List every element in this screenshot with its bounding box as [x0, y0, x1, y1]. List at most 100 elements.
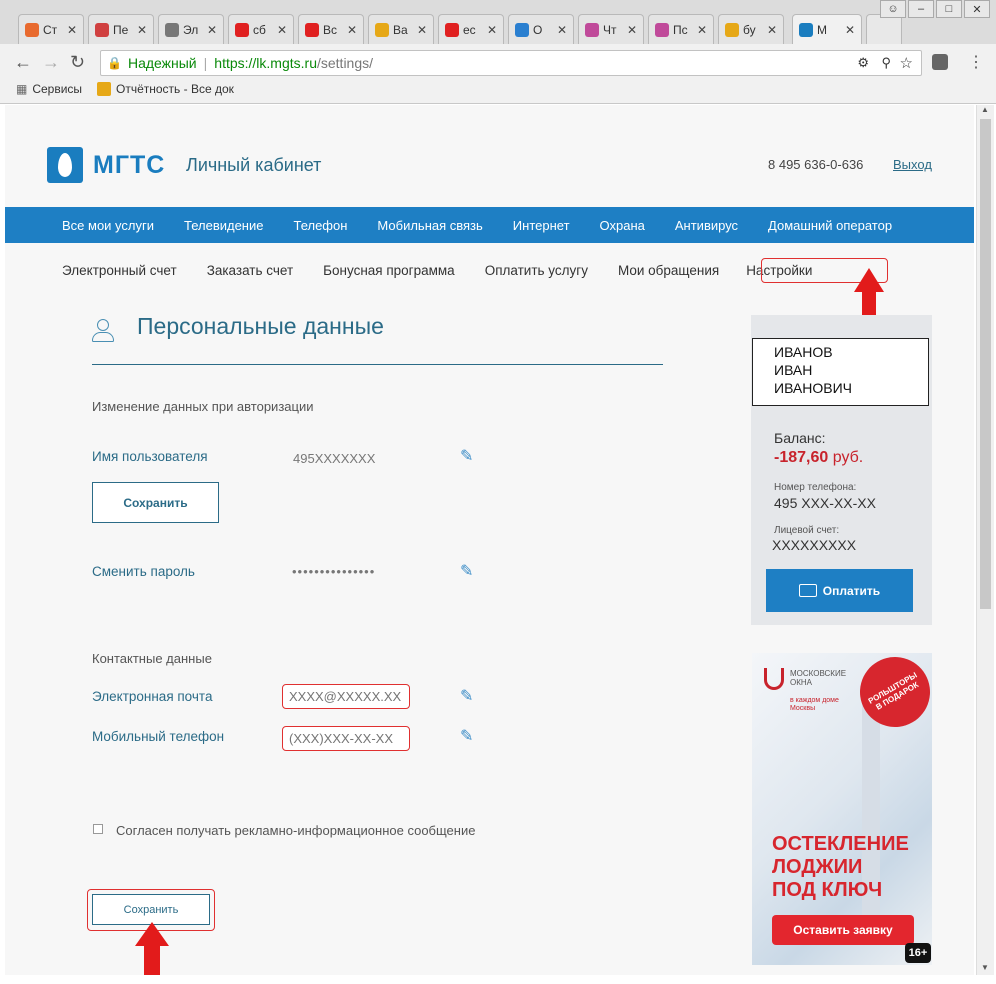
star-icon[interactable]: ☆	[900, 54, 913, 72]
tab-close-icon[interactable]: ✕	[137, 23, 147, 37]
tab-close-icon[interactable]: ✕	[417, 23, 427, 37]
extension-icon[interactable]	[932, 54, 948, 70]
user-icon[interactable]: ☺	[880, 0, 906, 18]
bookmark-otchetnost[interactable]: Отчётность - Все док	[97, 82, 234, 96]
browser-tab[interactable]: Ст ✕	[18, 14, 84, 44]
edit-username-icon[interactable]: ✎	[460, 449, 474, 465]
username-value: 495XXXXXXX	[293, 451, 376, 466]
phone-number-value: 495 XXX-XX-XX	[774, 495, 876, 511]
ad-banner[interactable]: МОСКОВСКИЕ ОКНА в каждом доме Москвы РОЛ…	[752, 653, 932, 965]
pay-button[interactable]: Оплатить	[766, 569, 913, 612]
maximize-button[interactable]: □	[936, 0, 962, 18]
balance-unit: руб.	[832, 449, 864, 466]
browser-tab[interactable]: Пс ✕	[648, 14, 714, 44]
back-button[interactable]: ←	[14, 52, 32, 73]
address-bar[interactable]: 🔒 Надежный | https://lk.mgts.ru /setting…	[100, 50, 922, 76]
forward-button[interactable]: →	[42, 52, 60, 73]
ad-tagline: в каждом доме Москвы	[790, 697, 839, 712]
logout-link[interactable]: Выход	[893, 157, 932, 172]
browser-tab[interactable]: Пе ✕	[88, 14, 154, 44]
menu-item[interactable]: Мобильная связь	[377, 218, 482, 233]
browser-tab[interactable]: О ✕	[508, 14, 574, 44]
minimize-button[interactable]: –	[908, 0, 934, 18]
save-button[interactable]: Сохранить	[92, 894, 210, 925]
email-label: Электронная почта	[92, 689, 213, 704]
submenu-item[interactable]: Заказать счет	[207, 263, 293, 278]
edit-email-icon[interactable]: ✎	[460, 689, 474, 705]
tab-close-icon[interactable]: ✕	[845, 23, 855, 37]
browser-tab[interactable]: Ва ✕	[368, 14, 434, 44]
age-badge: 16+	[905, 943, 931, 963]
tab-close-icon[interactable]: ✕	[557, 23, 567, 37]
reload-button[interactable]: ↻	[70, 52, 85, 73]
browser-tab[interactable]: Вс ✕	[298, 14, 364, 44]
edit-password-icon[interactable]: ✎	[460, 564, 474, 580]
tab-close-icon[interactable]: ✕	[277, 23, 287, 37]
mgts-logo-icon[interactable]	[47, 147, 83, 183]
balance-label: Баланс:	[774, 430, 826, 446]
tab-close-icon[interactable]: ✕	[207, 23, 217, 37]
zoom-icon[interactable]: ⚲	[881, 55, 891, 71]
secure-label: Надежный	[127, 55, 197, 71]
scroll-up-icon[interactable]: ▲	[981, 105, 989, 114]
menu-item[interactable]: Антивирус	[675, 218, 738, 233]
browser-tab[interactable]: сб ✕	[228, 14, 294, 44]
submenu-item[interactable]: Мои обращения	[618, 263, 719, 278]
contact-section-label: Контактные данные	[92, 651, 212, 666]
tab-favicon-icon	[235, 22, 249, 37]
url-host: https://lk.mgts.ru	[214, 55, 317, 71]
browser-tab[interactable]: Эл ✕	[158, 14, 224, 44]
tab-favicon-icon	[585, 22, 599, 37]
submenu-item[interactable]: Электронный счет	[62, 263, 177, 278]
menu-item[interactable]: Все мои услуги	[62, 218, 154, 233]
menu-item[interactable]: Охрана	[600, 218, 645, 233]
scroll-down-icon[interactable]: ▼	[981, 963, 989, 972]
password-label: Сменить пароль	[92, 564, 195, 579]
page-title: Персональные данные	[137, 313, 384, 339]
menu-item[interactable]: Телевидение	[184, 218, 263, 233]
tab-label: Ст	[43, 22, 58, 37]
scrollbar-thumb[interactable]	[980, 119, 991, 609]
tab-favicon-icon	[655, 22, 669, 37]
new-tab-button[interactable]	[866, 14, 902, 44]
email-input[interactable]	[282, 684, 410, 709]
menu-item[interactable]: Домашний оператор	[768, 218, 892, 233]
tab-close-icon[interactable]: ✕	[697, 23, 707, 37]
person-icon	[92, 319, 114, 343]
account-number-value: XXXXXXXXX	[772, 537, 857, 553]
menu-item[interactable]: Телефон	[293, 218, 347, 233]
edit-phone-icon[interactable]: ✎	[460, 729, 474, 745]
menu-dots-icon[interactable]: ⋮	[968, 52, 984, 72]
browser-tab[interactable]: Чт ✕	[578, 14, 644, 44]
tab-close-icon[interactable]: ✕	[487, 23, 497, 37]
close-window-button[interactable]: ✕	[964, 0, 990, 18]
page-scrollbar[interactable]: ▲ ▼	[976, 105, 994, 975]
tab-favicon-icon	[799, 22, 813, 37]
cabinet-title: Личный кабинет	[186, 155, 322, 175]
mobile-phone-input[interactable]	[282, 726, 410, 751]
tab-close-icon[interactable]: ✕	[67, 23, 77, 37]
tab-close-icon[interactable]: ✕	[347, 23, 357, 37]
browser-tab[interactable]: ес ✕	[438, 14, 504, 44]
browser-tab[interactable]: М ✕	[792, 14, 862, 44]
submenu-item[interactable]: Оплатить услугу	[485, 263, 588, 278]
browser-tab[interactable]: бу ✕	[718, 14, 784, 44]
ad-cta-button[interactable]: Оставить заявку	[772, 915, 914, 945]
username-label: Имя пользователя	[92, 449, 208, 464]
translate-icon[interactable]: ⚙	[857, 55, 869, 71]
save-username-button[interactable]: Сохранить	[92, 482, 219, 523]
tab-close-icon[interactable]: ✕	[767, 23, 777, 37]
tab-label: Пе	[113, 22, 129, 37]
tab-favicon-icon	[95, 22, 109, 37]
ad-headline: ОСТЕКЛЕНИЕ ЛОДЖИИ ПОД КЛЮЧ	[772, 833, 909, 901]
submenu-item[interactable]: Бонусная программа	[323, 263, 455, 278]
tab-label: М	[817, 22, 827, 37]
balance: -187,60 руб.	[774, 449, 863, 467]
consent-checkbox[interactable]	[93, 824, 103, 834]
menu-item[interactable]: Интернет	[513, 218, 570, 233]
phone-label: Мобильный телефон	[92, 729, 225, 744]
tab-close-icon[interactable]: ✕	[627, 23, 637, 37]
bookmark-apps[interactable]: ▦ Сервисы	[16, 82, 82, 96]
brand-name[interactable]: МГТС	[93, 151, 165, 180]
support-phone: 8 495 636-0-636	[768, 157, 864, 172]
